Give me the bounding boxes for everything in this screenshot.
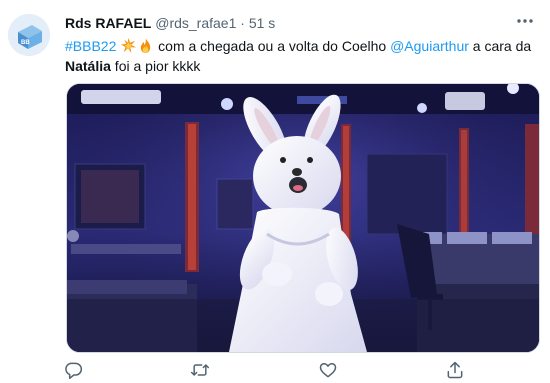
mention-link[interactable]: @Aguiarthur: [390, 38, 469, 54]
avatar[interactable]: BB: [8, 14, 50, 56]
reply-icon[interactable]: [63, 360, 87, 380]
tweet-media-image[interactable]: [66, 83, 540, 353]
tweet-card[interactable]: BB Rds RAFAEL @rds_rafae1 · 51 s #BBB22 …: [0, 0, 550, 383]
separator-dot: ·: [240, 15, 245, 31]
collision-emoji: [121, 38, 137, 53]
tweet-text-body-1: com a chegada ou a volta do Coelho: [154, 38, 391, 54]
tweet-text: #BBB22 com a chegada ou a volta do Coelh…: [65, 36, 540, 76]
share-icon[interactable]: [445, 360, 469, 380]
display-name[interactable]: Rds RAFAEL: [65, 15, 151, 31]
hashtag-link[interactable]: #BBB22: [65, 38, 116, 54]
timestamp[interactable]: 51 s: [249, 15, 275, 31]
tweet-text-body-2: a cara da: [468, 38, 532, 54]
more-icon[interactable]: [514, 12, 536, 30]
bold-name: Natália: [65, 58, 111, 74]
retweet-icon[interactable]: [190, 360, 214, 380]
tweet-actions: [0, 360, 550, 382]
fire-emoji: [138, 38, 153, 53]
svg-text:BB: BB: [21, 40, 30, 46]
tweet-text-body-3: foi a pior kkkk: [110, 58, 201, 74]
like-icon[interactable]: [318, 360, 342, 380]
tweet-header: Rds RAFAEL @rds_rafae1 · 51 s: [65, 14, 275, 32]
user-handle[interactable]: @rds_rafae1: [155, 15, 236, 31]
